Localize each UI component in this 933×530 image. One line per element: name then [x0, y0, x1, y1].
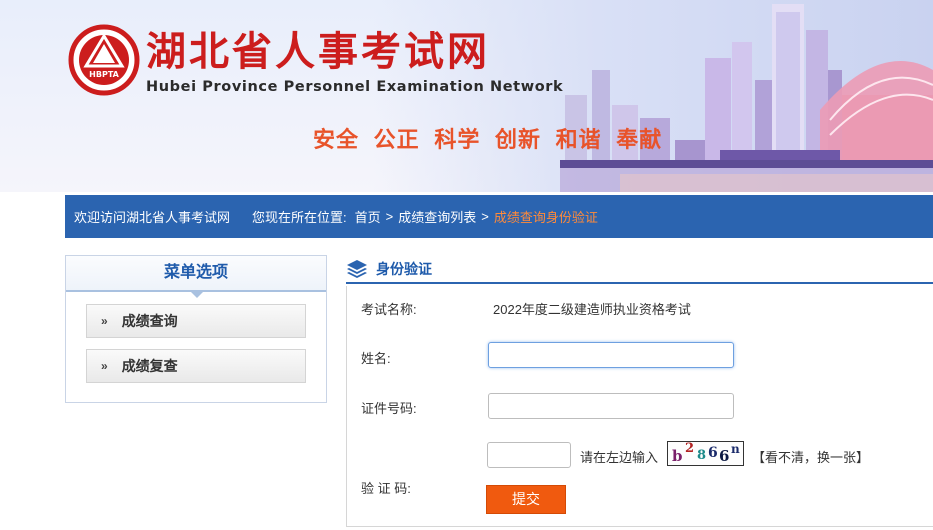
name-label: 姓名: [361, 351, 391, 366]
breadcrumb-separator: > [481, 209, 489, 224]
site-slogan: 安全 公正 科学 创新 和谐 奉献 [313, 128, 663, 153]
captcha-char: 6 [708, 445, 718, 461]
sidebar-item-score-review[interactable]: » 成绩复查 [86, 349, 306, 383]
breadcrumb-current: 成绩查询身份验证 [493, 210, 598, 225]
breadcrumb-separator: > [385, 209, 394, 224]
captcha-char: n [731, 442, 740, 456]
welcome-text: 欢迎访问湖北省人事考试网 [74, 210, 231, 225]
sidebar-heading-text: 菜单选项 [163, 264, 228, 281]
site-banner: HBPTA 湖北省人事考试网 Hubei Province Personnel … [0, 0, 933, 192]
captcha-char: 6 [719, 447, 730, 465]
sidebar-menu: 菜单选项 » 成绩查询 » 成绩复查 [65, 255, 327, 403]
site-subtitle: Hubei Province Personnel Examination Net… [146, 79, 564, 95]
panel-title: 身份验证 [376, 260, 432, 277]
captcha-char: b [672, 447, 683, 465]
id-number-input[interactable] [488, 393, 734, 419]
identity-verification-panel: 身份验证 考试名称: 2022年度二级建造师执业资格考试 姓名: 证件号码: 验… [346, 255, 933, 527]
double-chevron-icon: » [101, 359, 108, 373]
exam-name-value: 2022年度二级建造师执业资格考试 [493, 302, 691, 317]
layers-icon [347, 259, 367, 278]
captcha-hint: 请在左边输入 [580, 450, 659, 465]
sidebar-item-label: 成绩复查 [121, 358, 178, 374]
logo-text: HBPTA [89, 70, 119, 79]
location-label: 您现在所在位置: [252, 210, 347, 225]
verification-form: 考试名称: 2022年度二级建造师执业资格考试 姓名: 证件号码: 验 证 码:… [346, 286, 933, 527]
sidebar-item-label: 成绩查询 [121, 313, 178, 329]
nav-bar: 欢迎访问湖北省人事考试网 您现在所在位置: 首页 > 成绩查询列表 > 成绩查询… [65, 195, 933, 238]
captcha-refresh-link[interactable]: 【看不清，换一张】 [752, 447, 869, 466]
double-chevron-icon: » [101, 314, 108, 328]
sidebar-item-score-query[interactable]: » 成绩查询 [86, 304, 306, 338]
exam-name-label: 考试名称: [361, 302, 417, 317]
panel-header: 身份验证 [346, 255, 933, 284]
id-number-label: 证件号码: [361, 401, 417, 416]
captcha-char: 2 [685, 441, 695, 456]
captcha-char: 8 [697, 448, 707, 463]
name-input[interactable] [488, 342, 734, 368]
captcha-image[interactable]: b 2 8 6 6 n [667, 441, 744, 466]
breadcrumb-home[interactable]: 首页 [355, 207, 381, 226]
site-title: 湖北省人事考试网 [146, 29, 490, 75]
submit-button[interactable]: 提交 [486, 485, 566, 514]
sidebar-notch [190, 291, 204, 298]
captcha-label: 验 证 码: [361, 481, 411, 496]
breadcrumb-score-list[interactable]: 成绩查询列表 [398, 207, 476, 226]
captcha-input[interactable] [487, 442, 571, 468]
sidebar-heading: 菜单选项 [66, 256, 326, 298]
